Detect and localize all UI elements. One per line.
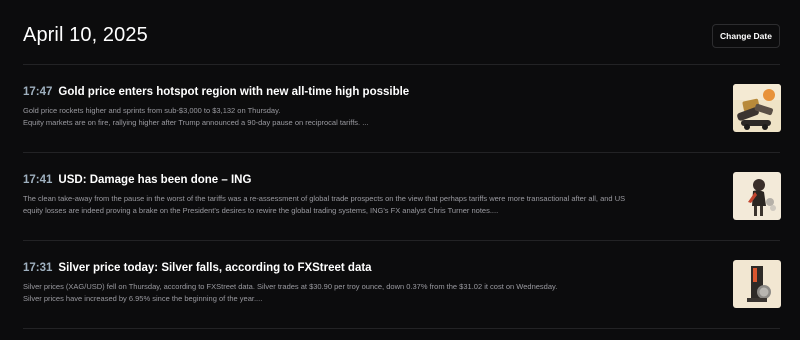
news-headline: 17:31 Silver price today: Silver falls, a… (23, 260, 713, 276)
silver-price-thumbnail[interactable] (733, 260, 781, 308)
silver-price-thumbnail-image (733, 260, 781, 308)
summary-line: Silver prices have increased by 6.95% si… (23, 294, 263, 303)
news-title-link[interactable]: Silver price today: Silver falls, accord… (58, 262, 371, 274)
usd-figure-thumbnail[interactable] (733, 172, 781, 220)
summary-line: Silver prices (XAG/USD) fell on Thursday… (23, 282, 558, 291)
divider (23, 328, 780, 329)
change-date-button[interactable]: Change Date (712, 24, 780, 48)
page-title: April 10, 2025 (23, 24, 148, 46)
page-header: April 10, 2025 Change Date (0, 0, 800, 64)
gold-price-thumbnail-image (733, 84, 781, 132)
gold-price-thumbnail[interactable] (733, 84, 781, 132)
divider (23, 240, 780, 241)
news-title-link[interactable]: Gold price enters hotspot region with ne… (58, 86, 409, 98)
news-time: 17:41 (23, 174, 53, 186)
usd-figure-thumbnail-image (733, 172, 781, 220)
news-time: 17:47 (23, 86, 53, 98)
news-headline: 17:47 Gold price enters hotspot region wi… (23, 84, 713, 100)
news-summary: Gold price rockets higher and sprints fr… (23, 105, 728, 129)
news-title-link[interactable]: USD: Damage has been done – ING (58, 174, 251, 186)
summary-line: Gold price rockets higher and sprints fr… (23, 106, 281, 115)
summary-line: equity losses are indeed proving a brake… (23, 206, 499, 215)
news-time: 17:31 (23, 262, 53, 274)
summary-line: Equity markets are on fire, rallying hig… (23, 118, 369, 127)
news-summary: The clean take-away from the pause in th… (23, 193, 728, 217)
summary-line: The clean take-away from the pause in th… (23, 194, 626, 203)
news-summary: Silver prices (XAG/USD) fell on Thursday… (23, 281, 728, 305)
news-headline: 17:41 USD: Damage has been done – ING (23, 172, 713, 188)
divider (23, 152, 780, 153)
divider (23, 64, 780, 65)
